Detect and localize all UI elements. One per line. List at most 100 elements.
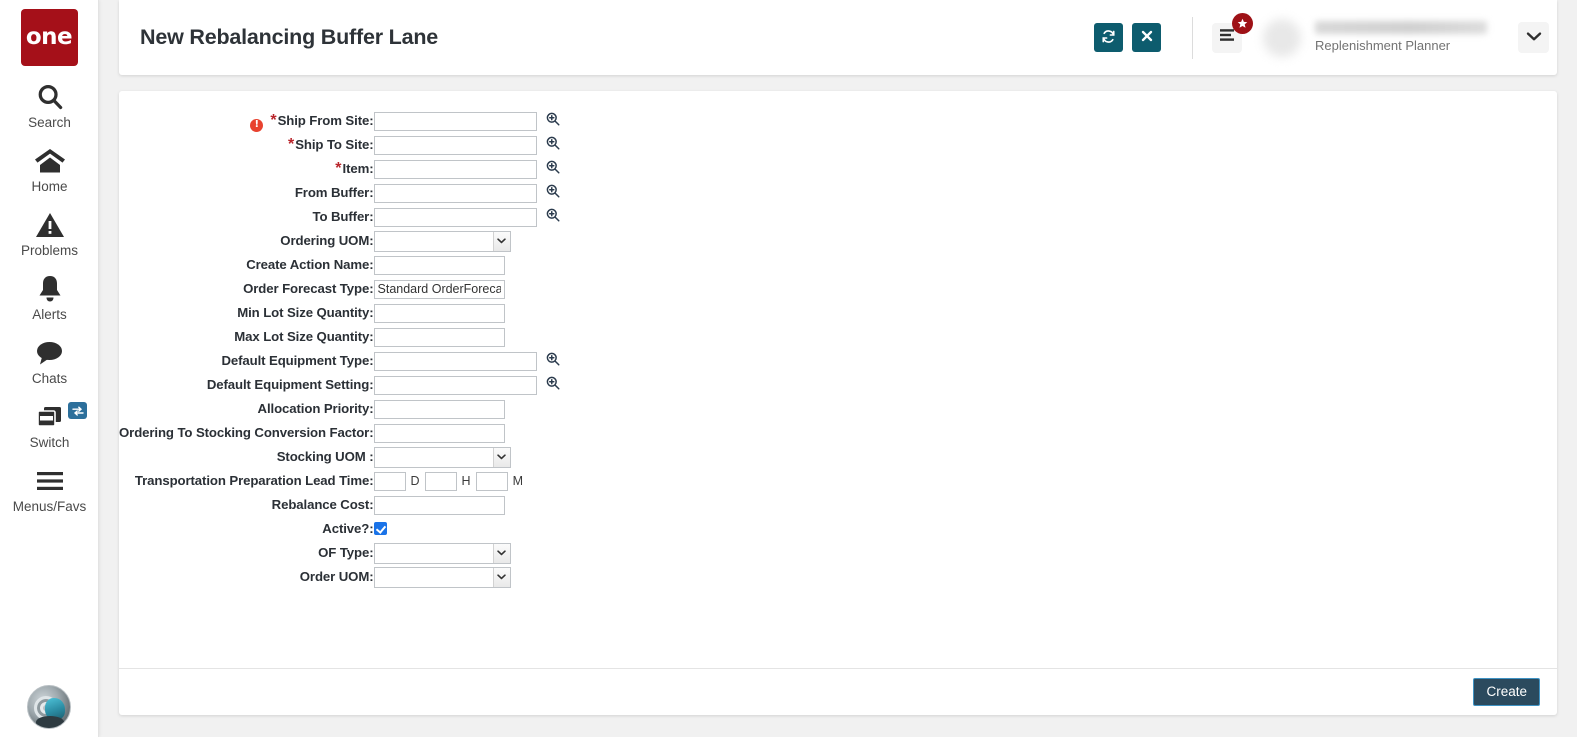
magnifier-zoom-in-icon[interactable]: [546, 161, 560, 178]
select-order-uom-value: [375, 568, 378, 584]
form-row-order-forecast-type: Order Forecast Type:: [119, 277, 560, 301]
input-ship-from-site[interactable]: [374, 112, 537, 131]
label-active: Active?: [322, 521, 369, 536]
input-min-lot-size-quantity[interactable]: [374, 304, 505, 323]
sidebar-item-problems[interactable]: Problems: [0, 194, 99, 258]
input-max-lot-size-quantity[interactable]: [374, 328, 505, 347]
input-lead-time-minutes[interactable]: [476, 472, 508, 491]
magnifier-zoom-in-icon[interactable]: [546, 353, 560, 370]
refresh-button[interactable]: [1094, 23, 1123, 52]
sidebar-item-home[interactable]: Home: [0, 130, 99, 194]
unit-days-label: D: [406, 474, 425, 488]
label-transportation-preparation-lead-time: Transportation Preparation Lead Time: [135, 473, 369, 488]
sidebar-item-menus-favs-label: Menus/Favs: [0, 499, 99, 514]
label-to-buffer: To Buffer: [312, 209, 369, 224]
user-role: Replenishment Planner: [1315, 39, 1487, 54]
star-icon: [1232, 13, 1253, 34]
favorites-menu-button[interactable]: [1212, 23, 1242, 53]
input-create-action-name[interactable]: [374, 256, 505, 275]
warning-triangle-icon: [0, 208, 99, 242]
avatar-body: [36, 716, 64, 728]
form-row-item: *Item:: [119, 157, 560, 181]
form-row-stocking-uom: Stocking UOM :: [119, 445, 560, 469]
windows-stack-icon: [0, 400, 99, 434]
input-from-buffer[interactable]: [374, 184, 537, 203]
bell-icon: [0, 272, 99, 306]
hamburger-icon: [0, 464, 99, 498]
sidebar-item-switch[interactable]: Switch: [0, 386, 99, 450]
close-x-icon: [1141, 30, 1153, 45]
magnifier-zoom-in-icon[interactable]: [546, 377, 560, 394]
sidebar-item-chats-label: Chats: [0, 371, 99, 386]
label-of-type: OF Type: [318, 545, 369, 560]
main-region: New Rebalancing Buffer Lane: [99, 0, 1577, 737]
magnifier-zoom-in-icon[interactable]: [546, 137, 560, 154]
label-create-action-name: Create Action Name: [246, 257, 369, 272]
magnifier-zoom-in-icon[interactable]: [546, 113, 560, 130]
form-row-ship-from-site: !*Ship From Site:: [119, 109, 560, 133]
swap-arrows-icon[interactable]: [68, 402, 87, 419]
required-marker: *: [335, 160, 341, 177]
left-sidebar: one Search Home: [0, 0, 99, 737]
input-item[interactable]: [374, 160, 537, 179]
select-ordering-uom[interactable]: [374, 231, 511, 252]
sidebar-item-alerts[interactable]: Alerts: [0, 258, 99, 322]
select-order-uom[interactable]: [374, 567, 511, 588]
sidebar-item-menus-favs[interactable]: Menus/Favs: [0, 450, 99, 514]
input-lead-time-days[interactable]: [374, 472, 406, 491]
select-stocking-uom-value: [375, 448, 378, 464]
close-button[interactable]: [1132, 23, 1161, 52]
chat-bubble-icon: [0, 336, 99, 370]
input-rebalance-cost[interactable]: [374, 496, 505, 515]
form-row-ordering-to-stocking-conversion-factor: Ordering To Stocking Conversion Factor:: [119, 421, 560, 445]
select-ordering-uom-value: [375, 232, 378, 248]
error-icon: !: [250, 119, 263, 132]
select-stocking-uom[interactable]: [374, 447, 511, 468]
hamburger-menu-icon: [1219, 28, 1236, 47]
input-to-buffer[interactable]: [374, 208, 537, 227]
select-of-type-value: [375, 544, 378, 560]
create-button[interactable]: Create: [1473, 678, 1540, 706]
input-default-equipment-type[interactable]: [374, 352, 537, 371]
header-actions: Replenishment Planner: [1094, 0, 1557, 75]
form-row-transportation-preparation-lead-time: Transportation Preparation Lead Time: DH…: [119, 469, 560, 493]
home-icon: [0, 144, 99, 178]
user-profile[interactable]: Replenishment Planner: [1263, 19, 1487, 57]
magnifier-zoom-in-icon[interactable]: [546, 185, 560, 202]
sidebar-item-search[interactable]: Search: [0, 66, 99, 130]
label-rebalance-cost: Rebalance Cost: [272, 497, 370, 512]
label-order-forecast-type: Order Forecast Type: [243, 281, 369, 296]
sidebar-item-search-label: Search: [0, 115, 99, 130]
chevron-down-icon[interactable]: [493, 448, 510, 467]
user-avatar-icon[interactable]: [27, 685, 71, 729]
chevron-down-icon[interactable]: [493, 232, 510, 251]
chevron-down-icon: [1526, 29, 1542, 47]
label-ordering-to-stocking-conversion-factor: Ordering To Stocking Conversion Factor: [119, 425, 369, 440]
application-window: one Search Home: [0, 0, 1577, 737]
form-footer: Create: [119, 668, 1557, 715]
form-row-rebalance-cost: Rebalance Cost:: [119, 493, 560, 517]
chevron-down-icon[interactable]: [493, 544, 510, 563]
magnifier-zoom-in-icon[interactable]: [546, 209, 560, 226]
sidebar-item-chats[interactable]: Chats: [0, 322, 99, 386]
select-of-type[interactable]: [374, 543, 511, 564]
input-lead-time-hours[interactable]: [425, 472, 457, 491]
input-allocation-priority[interactable]: [374, 400, 505, 419]
form-row-default-equipment-type: Default Equipment Type:: [119, 349, 560, 373]
input-ordering-to-stocking-conversion-factor[interactable]: [374, 424, 505, 443]
input-order-forecast-type[interactable]: [374, 280, 505, 299]
input-default-equipment-setting[interactable]: [374, 376, 537, 395]
chevron-down-icon[interactable]: [493, 568, 510, 587]
user-menu-toggle[interactable]: [1518, 22, 1549, 53]
rebalancing-buffer-lane-form: !*Ship From Site:: [119, 109, 560, 589]
label-min-lot-size-quantity: Min Lot Size Quantity: [237, 305, 369, 320]
label-ship-to-site: Ship To Site: [295, 137, 369, 152]
form-rows: !*Ship From Site:: [119, 109, 560, 589]
form-row-min-lot-size-quantity: Min Lot Size Quantity:: [119, 301, 560, 325]
label-stocking-uom: Stocking UOM :: [277, 449, 374, 464]
header-divider: [1192, 17, 1193, 59]
input-ship-to-site[interactable]: [374, 136, 537, 155]
form-row-from-buffer: From Buffer:: [119, 181, 560, 205]
brand-logo[interactable]: one: [21, 9, 78, 66]
checkbox-active[interactable]: [374, 522, 387, 535]
